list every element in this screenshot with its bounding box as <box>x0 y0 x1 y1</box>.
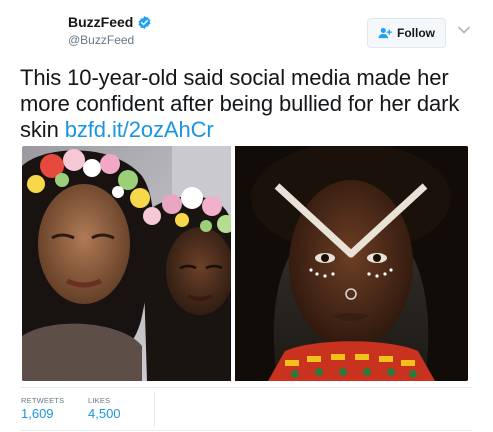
retweets-count[interactable]: 1,609 <box>21 406 54 422</box>
follow-label: Follow <box>397 26 435 40</box>
likes-label: LIKES <box>88 396 111 405</box>
likes-count[interactable]: 4,500 <box>88 406 121 422</box>
add-user-icon <box>378 27 392 39</box>
follow-button[interactable]: Follow <box>367 18 446 48</box>
verified-badge-icon <box>138 15 151 30</box>
tweet-link[interactable]: bzfd.it/2ozAhCr <box>65 117 214 142</box>
portrait-photo-illustration <box>235 146 468 381</box>
tweet-card: BuzzFeed @BuzzFeed Follow This 10-year-o… <box>0 0 493 432</box>
tweet-text: This 10-year-old said social media made … <box>20 65 482 143</box>
media-grid <box>22 146 468 381</box>
stats-divider-vertical <box>154 391 155 427</box>
photo-portrait[interactable] <box>235 146 468 381</box>
selfie-photo-illustration <box>22 146 231 381</box>
author-name[interactable]: BuzzFeed <box>68 14 133 31</box>
chevron-down-icon[interactable] <box>458 26 470 34</box>
retweets-label: RETWEETS <box>21 396 65 405</box>
avatar[interactable] <box>21 11 57 47</box>
author-handle[interactable]: @BuzzFeed <box>68 33 134 48</box>
photo-selfie[interactable] <box>22 146 231 381</box>
stats-divider <box>20 387 472 388</box>
stats-divider-bottom <box>20 430 472 431</box>
